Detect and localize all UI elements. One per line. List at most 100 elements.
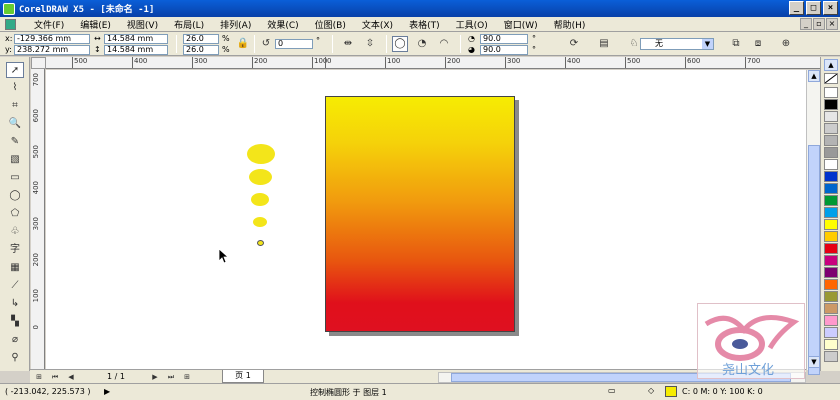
doc-restore-button[interactable]: ▫ <box>813 18 825 30</box>
crop-tool-icon[interactable]: ⌗ <box>6 98 24 114</box>
palette-swatch[interactable] <box>824 99 838 110</box>
palette-swatch[interactable] <box>824 123 838 134</box>
vertical-ruler[interactable]: 700 600 500 400 300 200 100 0 <box>31 69 45 369</box>
width-field[interactable]: 14.584 mm <box>104 34 168 44</box>
close-button[interactable]: × <box>823 1 838 15</box>
menu-layout[interactable]: 布局(L) <box>168 18 210 31</box>
play-icon[interactable]: ▶ <box>104 387 110 396</box>
palette-swatch[interactable] <box>824 255 838 266</box>
palette-swatch[interactable] <box>824 147 838 158</box>
table-tool-icon[interactable]: ▦ <box>6 260 24 276</box>
freehand-tool-icon[interactable]: ✎ <box>6 134 24 150</box>
document-icon[interactable] <box>5 18 16 30</box>
smart-fill-icon[interactable]: ▧ <box>6 152 24 168</box>
ellipse-mode-icon[interactable]: ◯ <box>392 36 408 52</box>
vertical-scroll-thumb[interactable] <box>808 145 820 375</box>
pick-tool-icon[interactable]: ➚ <box>6 62 24 78</box>
dimension-tool-icon[interactable]: ⟋ <box>6 278 24 294</box>
menu-edit[interactable]: 编辑(E) <box>74 18 117 31</box>
palette-swatch[interactable] <box>824 219 838 230</box>
scroll-up-icon[interactable]: ▲ <box>808 70 820 82</box>
palette-swatch[interactable] <box>824 87 838 98</box>
drawing-canvas[interactable] <box>46 70 806 369</box>
palette-swatch[interactable] <box>824 351 838 362</box>
chevron-down-icon[interactable]: ▼ <box>702 39 713 49</box>
shape-tool-icon[interactable]: ⌇ <box>6 80 24 96</box>
y-position-field[interactable]: 238.272 mm <box>14 45 90 55</box>
lock-ratio-icon[interactable]: 🔒 <box>235 36 251 52</box>
gradient-rectangle[interactable] <box>325 96 515 332</box>
ellipse-4[interactable] <box>253 217 267 227</box>
menu-text[interactable]: 文本(X) <box>356 18 399 31</box>
basic-shapes-icon[interactable]: ♧ <box>6 224 24 240</box>
menu-table[interactable]: 表格(T) <box>403 18 446 31</box>
target-icon[interactable]: ⊕ <box>778 36 794 52</box>
ellipse-2[interactable] <box>249 169 272 185</box>
connector-tool-icon[interactable]: ↳ <box>6 296 24 312</box>
palette-swatch[interactable] <box>824 231 838 242</box>
palette-swatch[interactable] <box>824 159 838 170</box>
page-options-icon[interactable]: ⊞ <box>34 372 44 382</box>
palette-swatch[interactable] <box>824 267 838 278</box>
no-color-swatch[interactable] <box>824 73 838 84</box>
wrap-text-icon[interactable]: ▤ <box>596 36 612 52</box>
maximize-button[interactable]: □ <box>806 1 821 15</box>
palette-swatch[interactable] <box>824 207 838 218</box>
first-page-icon[interactable]: ⏮ <box>50 372 60 382</box>
eyedropper-icon[interactable]: ⌀ <box>6 332 24 348</box>
pie-mode-icon[interactable]: ◔ <box>414 36 430 52</box>
palette-scroll-up-icon[interactable]: ▲ <box>824 59 838 71</box>
minimize-button[interactable]: _ <box>789 1 804 15</box>
palette-swatch[interactable] <box>824 291 838 302</box>
palette-swatch[interactable] <box>824 339 838 350</box>
palette-swatch[interactable] <box>824 171 838 182</box>
start-angle-field[interactable]: 90.0 <box>480 34 528 44</box>
text-tool-icon[interactable]: 字 <box>6 242 24 258</box>
arc-mode-icon[interactable]: ◠ <box>436 36 452 52</box>
menu-help[interactable]: 帮助(H) <box>548 18 592 31</box>
ellipse-1[interactable] <box>247 144 275 164</box>
palette-swatch[interactable] <box>824 183 838 194</box>
palette-swatch[interactable] <box>824 111 838 122</box>
rotation-field[interactable]: 0 <box>275 39 313 49</box>
fill-color-swatch[interactable] <box>665 386 677 397</box>
next-page-icon[interactable]: ▶ <box>150 372 160 382</box>
add-page-icon[interactable]: ⊞ <box>182 372 192 382</box>
height-field[interactable]: 14.584 mm <box>104 45 168 55</box>
vertical-scrollbar[interactable]: ▲ ▼ <box>806 70 820 375</box>
scale-x-field[interactable]: 26.0 <box>183 34 219 44</box>
mirror-horizontal-icon[interactable]: ⇹ <box>340 36 356 52</box>
menu-arrange[interactable]: 排列(A) <box>214 18 257 31</box>
zoom-tool-icon[interactable]: 🔍 <box>6 116 24 132</box>
ruler-origin[interactable] <box>31 57 46 69</box>
doc-close-button[interactable]: × <box>826 18 838 30</box>
palette-swatch[interactable] <box>824 279 838 290</box>
rectangle-tool-icon[interactable]: ▭ <box>6 170 24 186</box>
menu-effects[interactable]: 效果(C) <box>261 18 304 31</box>
last-page-icon[interactable]: ⏭ <box>166 372 176 382</box>
direction-icon[interactable]: ⟳ <box>566 36 582 52</box>
scroll-down-icon[interactable]: ▼ <box>808 356 820 368</box>
mirror-vertical-icon[interactable]: ⇳ <box>362 36 378 52</box>
palette-swatch[interactable] <box>824 303 838 314</box>
menu-tools[interactable]: 工具(O) <box>450 18 494 31</box>
menu-window[interactable]: 窗口(W) <box>498 18 544 31</box>
menu-view[interactable]: 视图(V) <box>121 18 164 31</box>
prev-page-icon[interactable]: ◀ <box>66 372 76 382</box>
doc-minimize-button[interactable]: _ <box>800 18 812 30</box>
ellipse-5-selected[interactable] <box>257 240 264 246</box>
group-icon[interactable]: ⧈ <box>750 36 766 52</box>
outline-width-dropdown[interactable]: 无 ▼ <box>640 38 714 50</box>
palette-swatch[interactable] <box>824 135 838 146</box>
blend-tool-icon[interactable]: ▚ <box>6 314 24 330</box>
end-angle-field[interactable]: 90.0 <box>480 45 528 55</box>
ellipse-tool-icon[interactable]: ◯ <box>6 188 24 204</box>
polygon-tool-icon[interactable]: ⬠ <box>6 206 24 222</box>
palette-swatch[interactable] <box>824 195 838 206</box>
ellipse-3[interactable] <box>251 193 269 206</box>
scale-y-field[interactable]: 26.0 <box>183 45 219 55</box>
menu-file[interactable]: 文件(F) <box>28 18 70 31</box>
convert-curves-icon[interactable]: ⧉ <box>728 36 744 52</box>
page-tab[interactable]: 页 1 <box>222 370 264 383</box>
outline-tool-icon[interactable]: ⚲ <box>6 350 24 366</box>
